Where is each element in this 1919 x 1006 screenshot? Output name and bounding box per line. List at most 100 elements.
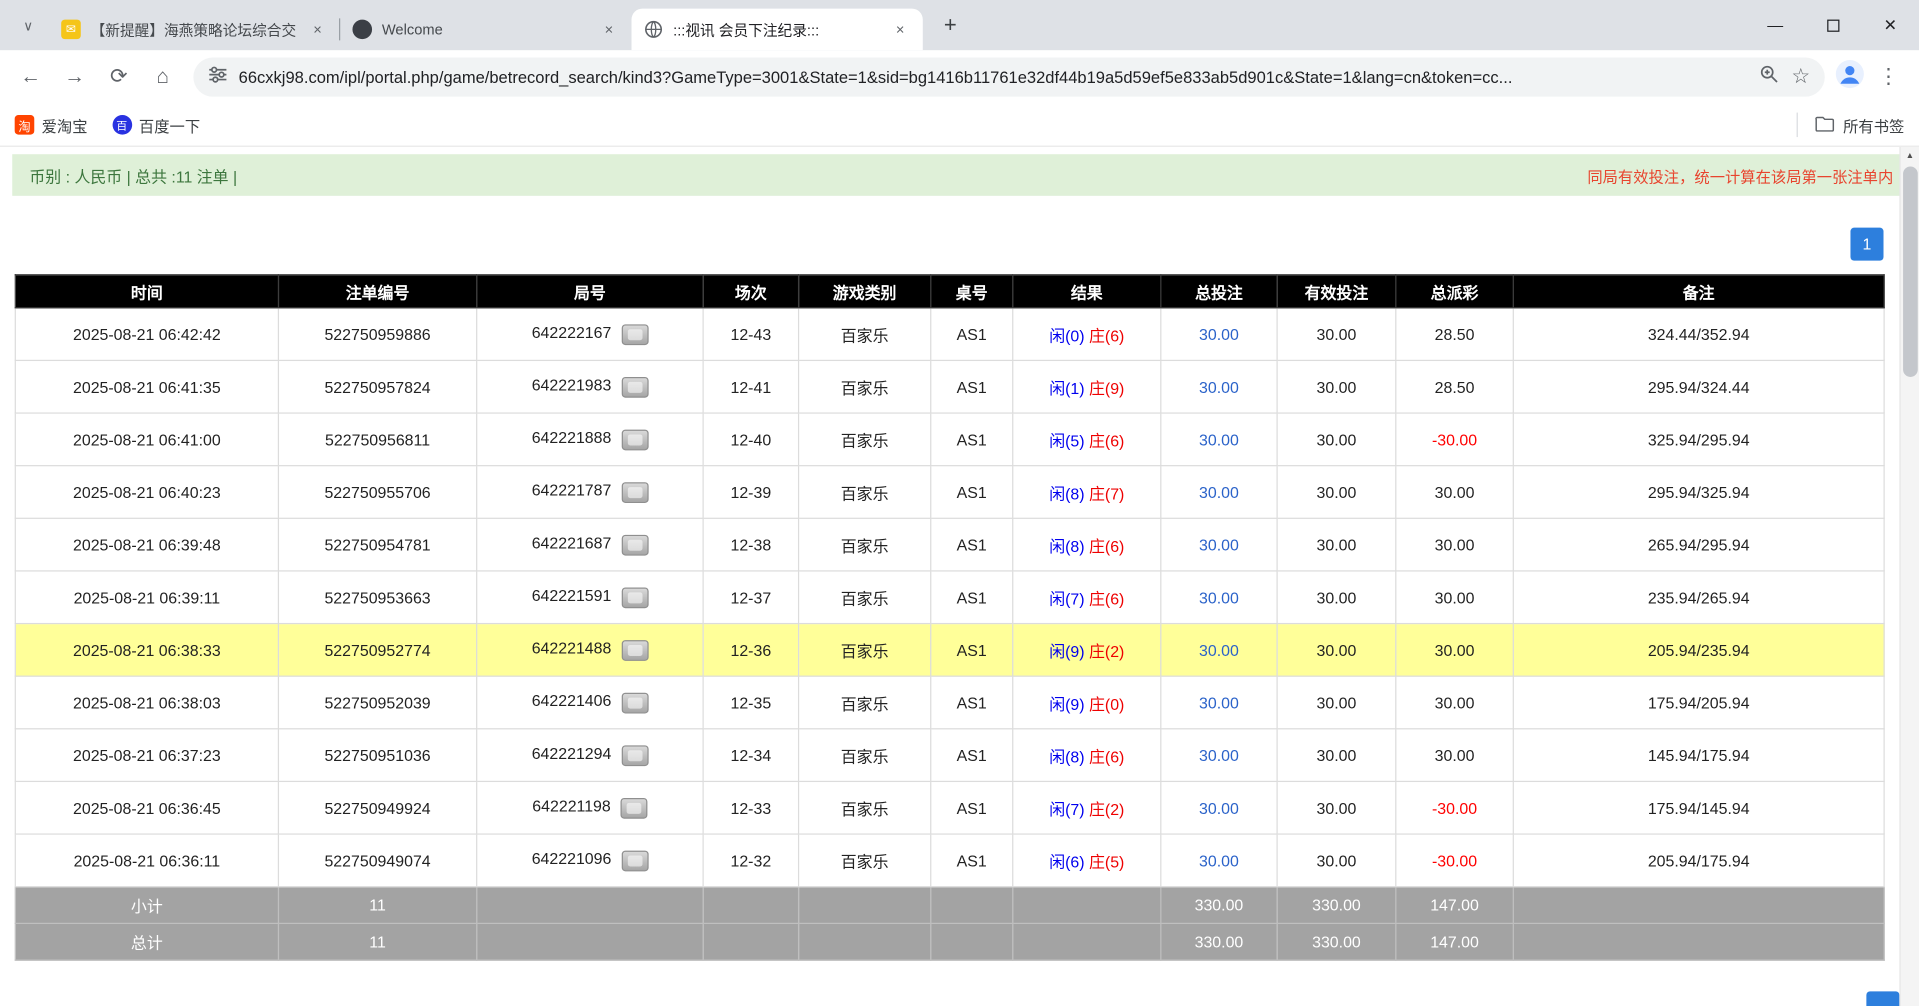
tab-close-icon[interactable]: × xyxy=(307,19,328,40)
cell-time: 2025-08-21 06:37:23 xyxy=(15,729,278,782)
total-bet-link[interactable]: 30.00 xyxy=(1199,851,1239,869)
cell-table-no: AS1 xyxy=(931,729,1013,782)
total-bet-link[interactable]: 30.00 xyxy=(1199,483,1239,501)
all-bookmarks[interactable]: 所有书签 xyxy=(1797,113,1905,137)
tab-close-icon[interactable]: × xyxy=(890,19,911,40)
profile-avatar[interactable] xyxy=(1835,59,1866,96)
cell-bet-no: 522750952039 xyxy=(278,676,476,729)
cell-valid-bet: 30.00 xyxy=(1277,834,1396,887)
cell-total-bet: 30.00 xyxy=(1161,834,1277,887)
col-bet-no: 注单编号 xyxy=(278,275,476,308)
cell-session: 12-43 xyxy=(703,308,798,361)
round-detail-icon[interactable] xyxy=(621,324,648,345)
round-detail-icon[interactable] xyxy=(621,639,648,660)
round-detail-icon[interactable] xyxy=(621,482,648,503)
vertical-scrollbar[interactable]: ▲ xyxy=(1899,147,1919,1006)
total-bet-link[interactable]: 30.00 xyxy=(1199,641,1239,659)
new-tab-button[interactable]: + xyxy=(934,9,967,42)
bookmark-taobao[interactable]: 淘 爱淘宝 xyxy=(15,113,88,136)
cell-time: 2025-08-21 06:36:11 xyxy=(15,834,278,887)
cell-game-type: 百家乐 xyxy=(799,466,931,519)
round-detail-icon[interactable] xyxy=(621,745,648,766)
foot-time: 总计 xyxy=(15,923,278,960)
minimize-button[interactable]: — xyxy=(1746,0,1804,50)
cell-table-no: AS1 xyxy=(931,466,1013,519)
cell-total-bet: 30.00 xyxy=(1161,413,1277,466)
pagination-bottom-button[interactable] xyxy=(1866,991,1899,1006)
tab-title: 【新提醒】海燕策略论坛综合交 xyxy=(91,19,298,40)
tab-forum[interactable]: ✉ 【新提醒】海燕策略论坛综合交 × xyxy=(49,9,340,51)
foot-game-type xyxy=(799,887,931,924)
total-bet-link[interactable]: 30.00 xyxy=(1199,430,1239,448)
subtotal-row: 小计11330.00330.00147.00 xyxy=(15,887,1884,924)
cell-round-no: 642221406 xyxy=(477,676,703,729)
cell-total-payout: -30.00 xyxy=(1396,413,1513,466)
maximize-button[interactable] xyxy=(1804,0,1862,50)
bookmark-star-icon[interactable]: ☆ xyxy=(1791,65,1810,89)
foot-game-type xyxy=(799,923,931,960)
round-detail-icon[interactable] xyxy=(621,587,648,608)
bet-row: 2025-08-21 06:42:42522750959886642222167… xyxy=(15,308,1884,361)
cell-result: 闲(7) 庄(2) xyxy=(1013,781,1161,834)
total-bet-link[interactable]: 30.00 xyxy=(1199,588,1239,606)
round-detail-icon[interactable] xyxy=(621,797,648,818)
forward-icon[interactable]: → xyxy=(54,56,96,98)
page-1-button[interactable]: 1 xyxy=(1850,228,1883,261)
close-button[interactable]: ✕ xyxy=(1861,0,1919,50)
cell-valid-bet: 30.00 xyxy=(1277,518,1396,571)
cell-time: 2025-08-21 06:41:00 xyxy=(15,413,278,466)
foot-time: 小计 xyxy=(15,887,278,924)
site-settings-icon[interactable] xyxy=(208,64,228,90)
total-bet-link[interactable]: 30.00 xyxy=(1199,799,1239,817)
foot-round-no xyxy=(477,923,703,960)
cell-result: 闲(0) 庄(6) xyxy=(1013,308,1161,361)
baidu-icon: 百 xyxy=(112,115,132,135)
reload-icon[interactable]: ⟳ xyxy=(98,56,140,98)
cell-total-payout: 30.00 xyxy=(1396,466,1513,519)
back-icon[interactable]: ← xyxy=(10,56,52,98)
foot-remark xyxy=(1513,923,1884,960)
zoom-icon[interactable] xyxy=(1758,64,1779,91)
foot-table-no xyxy=(931,923,1013,960)
tab-bet-record[interactable]: :::视讯 会员下注纪录::: × xyxy=(632,9,923,51)
address-bar[interactable]: 66cxkj98.com/ipl/portal.php/game/betreco… xyxy=(193,58,1824,97)
tab-search-chevron-icon[interactable]: ∨ xyxy=(12,10,44,42)
total-bet-link[interactable]: 30.00 xyxy=(1199,535,1239,553)
cell-session: 12-32 xyxy=(703,834,798,887)
page-content: 币别 : 人民币 | 总共 :11 注单 | 同局有效投注，统一计算在该局第一张… xyxy=(0,147,1919,1006)
scroll-up-icon[interactable]: ▲ xyxy=(1901,147,1919,164)
result-banker: 庄(9) xyxy=(1089,379,1124,397)
round-detail-icon[interactable] xyxy=(621,376,648,397)
tab-close-icon[interactable]: × xyxy=(598,19,619,40)
url-text[interactable]: 66cxkj98.com/ipl/portal.php/game/betreco… xyxy=(239,68,1748,86)
cell-result: 闲(8) 庄(6) xyxy=(1013,518,1161,571)
cell-total-payout: 28.50 xyxy=(1396,308,1513,361)
cell-valid-bet: 30.00 xyxy=(1277,571,1396,624)
cell-remark: 175.94/205.94 xyxy=(1513,676,1884,729)
total-bet-link[interactable]: 30.00 xyxy=(1199,378,1239,396)
scrollbar-thumb[interactable] xyxy=(1903,166,1918,377)
browser-window: ∨ ✉ 【新提醒】海燕策略论坛综合交 × Welcome × :::视讯 会员下… xyxy=(0,0,1919,1006)
total-bet-link[interactable]: 30.00 xyxy=(1199,325,1239,343)
grand-total-row: 总计11330.00330.00147.00 xyxy=(15,923,1884,960)
cell-bet-no: 522750949924 xyxy=(278,781,476,834)
home-icon[interactable]: ⌂ xyxy=(142,56,184,98)
window-controls: — ✕ xyxy=(1746,0,1919,50)
cell-total-bet: 30.00 xyxy=(1161,360,1277,413)
round-detail-icon[interactable] xyxy=(621,692,648,713)
bookmark-baidu[interactable]: 百 百度一下 xyxy=(112,113,200,136)
tab-welcome[interactable]: Welcome × xyxy=(340,9,631,51)
total-bet-link[interactable]: 30.00 xyxy=(1199,746,1239,764)
menu-icon[interactable]: ⋮ xyxy=(1868,56,1910,98)
round-detail-icon[interactable] xyxy=(621,429,648,450)
total-bet-link[interactable]: 30.00 xyxy=(1199,693,1239,711)
round-detail-icon[interactable] xyxy=(621,534,648,555)
col-table-no: 桌号 xyxy=(931,275,1013,308)
cell-result: 闲(8) 庄(7) xyxy=(1013,466,1161,519)
tab-strip: ∨ ✉ 【新提醒】海燕策略论坛综合交 × Welcome × :::视讯 会员下… xyxy=(0,0,1919,50)
cell-round-no: 642221888 xyxy=(477,413,703,466)
folder-icon xyxy=(1815,114,1835,135)
round-detail-icon[interactable] xyxy=(621,850,648,871)
payout-value: 30.00 xyxy=(1435,588,1475,606)
cell-remark: 205.94/235.94 xyxy=(1513,624,1884,677)
